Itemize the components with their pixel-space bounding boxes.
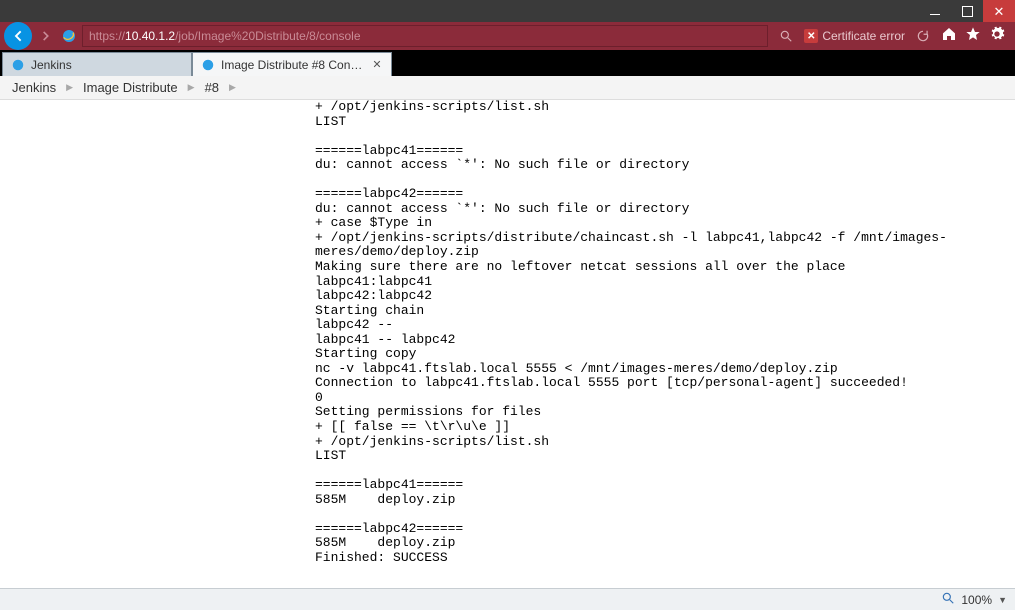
- breadcrumb-job[interactable]: Image Distribute: [83, 80, 178, 95]
- chevron-right-icon: ▶: [66, 82, 73, 93]
- address-protocol: https://: [89, 29, 125, 43]
- search-icon[interactable]: [778, 28, 794, 44]
- status-bar: 100% ▼: [0, 588, 1015, 610]
- nav-forward-button[interactable]: [36, 26, 56, 46]
- breadcrumb-jenkins[interactable]: Jenkins: [12, 80, 56, 95]
- chevron-right-icon: ▶: [229, 82, 236, 93]
- tab-jenkins[interactable]: Jenkins: [2, 52, 192, 76]
- chevron-right-icon: ▶: [188, 82, 195, 93]
- address-bar[interactable]: https://10.40.1.2/job/Image%20Distribute…: [82, 25, 768, 47]
- address-path: /job/Image%20Distribute/8/console: [175, 29, 360, 43]
- tools-icon[interactable]: [989, 26, 1005, 47]
- zoom-dropdown-icon[interactable]: ▼: [998, 595, 1007, 605]
- console-output: + /opt/jenkins-scripts/list.sh LIST ====…: [0, 100, 1015, 566]
- browser-navbar: https://10.40.1.2/job/Image%20Distribute…: [0, 22, 1015, 50]
- cert-error-label: Certificate error: [822, 29, 905, 43]
- certificate-error-badge[interactable]: ✕ Certificate error: [800, 25, 909, 47]
- zoom-level[interactable]: 100%: [961, 593, 992, 607]
- cert-error-icon: ✕: [804, 29, 818, 43]
- breadcrumb-build[interactable]: #8: [205, 80, 219, 95]
- favorites-icon[interactable]: [965, 26, 981, 47]
- zoom-icon[interactable]: [941, 591, 955, 608]
- ie-favicon-icon: [201, 58, 215, 72]
- window-minimize-button[interactable]: [919, 0, 951, 22]
- tab-strip: Jenkins Image Distribute #8 Consol... ✕: [0, 50, 1015, 76]
- ie-favicon-icon: [11, 58, 25, 72]
- window-maximize-button[interactable]: [951, 0, 983, 22]
- tab-close-icon[interactable]: ✕: [371, 59, 383, 71]
- address-host: 10.40.1.2: [125, 29, 175, 43]
- tab-console[interactable]: Image Distribute #8 Consol... ✕: [192, 52, 392, 76]
- home-icon[interactable]: [941, 26, 957, 47]
- content-area: + /opt/jenkins-scripts/list.sh LIST ====…: [0, 100, 1015, 588]
- ie-logo-icon: [60, 27, 78, 45]
- window-titlebar: [0, 0, 1015, 22]
- tab-label: Jenkins: [31, 58, 183, 72]
- content-scroll[interactable]: + /opt/jenkins-scripts/list.sh LIST ====…: [0, 100, 1015, 588]
- jenkins-breadcrumb: Jenkins ▶ Image Distribute ▶ #8 ▶: [0, 76, 1015, 100]
- refresh-icon[interactable]: [915, 28, 931, 44]
- nav-back-button[interactable]: [4, 22, 32, 50]
- tab-label: Image Distribute #8 Consol...: [221, 58, 365, 72]
- window-close-button[interactable]: [983, 0, 1015, 22]
